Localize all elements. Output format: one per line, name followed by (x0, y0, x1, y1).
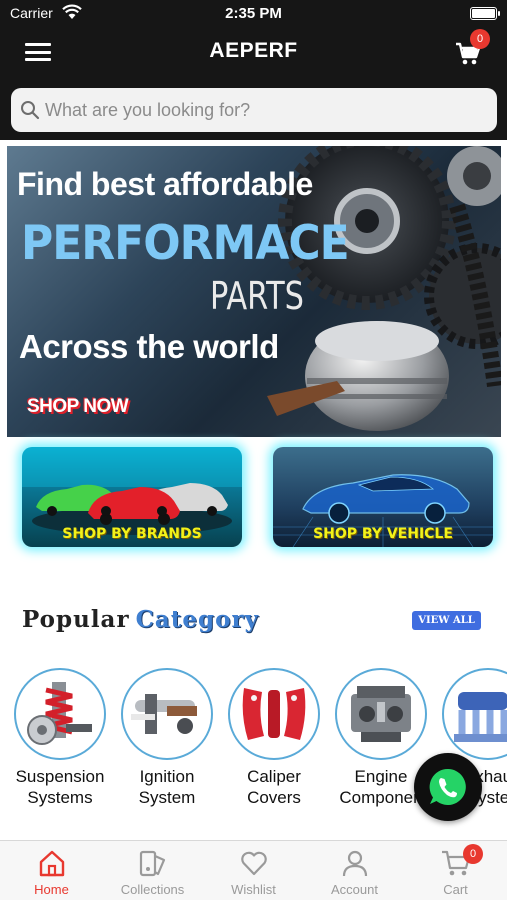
cart-tab-badge: 0 (463, 844, 483, 864)
status-time: 2:35 PM (225, 5, 282, 22)
category-ignition[interactable]: Ignition System (113, 668, 221, 808)
tab-home[interactable]: Home (1, 847, 102, 897)
user-icon (342, 850, 367, 877)
tab-label: Wishlist (231, 882, 276, 897)
tab-collections[interactable]: Collections (102, 847, 203, 897)
tab-label: Account (331, 882, 378, 897)
tab-label: Cart (443, 882, 468, 897)
hero-line-4: Across the world (19, 328, 279, 365)
tab-label: Home (34, 882, 69, 897)
hero-line-2: PERFORMACE (21, 215, 350, 272)
category-label: Suspension Systems (15, 767, 105, 807)
shop-now-button[interactable]: SHOP NOW (27, 396, 129, 418)
status-bar: Carrier 2:35 PM (0, 0, 507, 28)
caliper-icon (242, 688, 306, 740)
whatsapp-button[interactable] (414, 753, 482, 821)
ignition-icon (131, 694, 197, 734)
app-title: AEPERF (209, 39, 298, 62)
battery-icon (470, 7, 500, 20)
suspension-icon (27, 682, 92, 745)
category-caliper[interactable]: Caliper Covers (220, 668, 328, 808)
shop-by-brands-label: SHOP BY BRANDS (62, 526, 202, 542)
bottom-tab-bar: Home Collections Wishlist Account 0 Cart (0, 840, 507, 900)
hero-banner[interactable]: Find best affordable PERFORMACE PARTS Ac… (7, 146, 501, 437)
search-input[interactable] (45, 96, 485, 124)
tab-cart[interactable]: 0 Cart (405, 844, 506, 897)
category-label: Ignition System (138, 767, 196, 807)
home-icon (39, 850, 64, 877)
category-label: Caliper Covers (247, 767, 301, 807)
hero-line-3: PARTS (210, 274, 304, 318)
exhaust-icon (454, 692, 507, 742)
search-bar[interactable] (11, 88, 497, 132)
shop-by-vehicle-tile[interactable]: SHOP BY VEHICLE (273, 447, 493, 547)
hero-line-1: Find best affordable (17, 166, 313, 202)
tab-wishlist[interactable]: Wishlist (203, 847, 304, 897)
search-icon (21, 101, 40, 120)
whatsapp-icon (429, 768, 466, 805)
view-all-button[interactable]: VIEW ALL (412, 611, 481, 630)
heart-icon (240, 851, 267, 876)
top-bar: Carrier 2:35 PM AEPERF 0 (0, 0, 507, 140)
shop-by-vehicle-label: SHOP BY VEHICLE (313, 526, 453, 542)
tab-account[interactable]: Account (304, 847, 405, 897)
engine-icon (351, 686, 411, 742)
popular-word: Popular (22, 606, 130, 633)
tab-label: Collections (120, 882, 185, 897)
category-word: Category (135, 606, 259, 633)
popular-category-title: Popular Category (22, 606, 259, 633)
category-suspension[interactable]: Suspension Systems (6, 668, 114, 808)
shop-by-brands-tile[interactable]: SHOP BY BRANDS (22, 447, 242, 547)
collections-icon (139, 850, 165, 877)
cart-count-badge: 0 (470, 29, 490, 49)
header-cart-button[interactable]: 0 (455, 29, 490, 68)
